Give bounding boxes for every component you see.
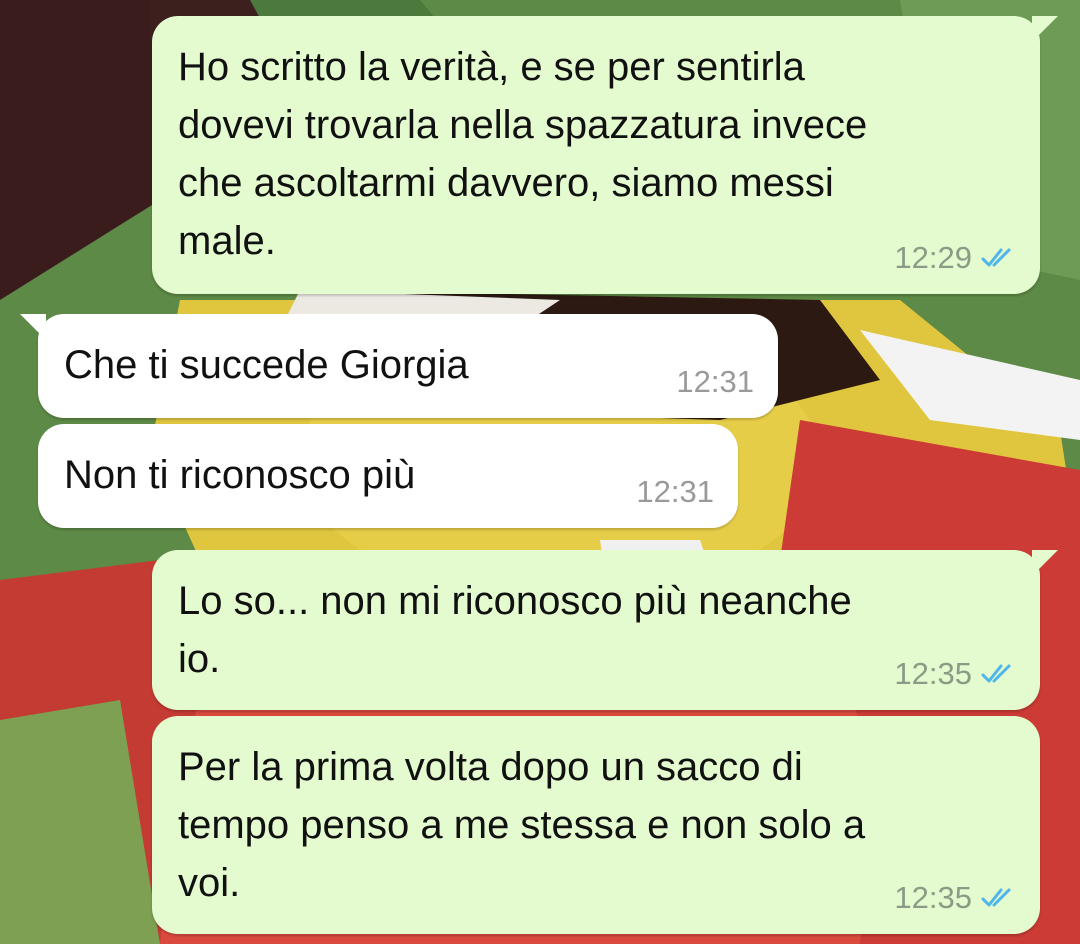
message-bubble-outgoing[interactable]: Per la prima volta dopo un sacco di temp…	[152, 716, 1040, 934]
message-meta: 12:31	[676, 364, 754, 400]
bubble-tail	[1032, 16, 1058, 42]
double-check-read-icon	[980, 886, 1016, 910]
message-text: Per la prima volta dopo un sacco di temp…	[178, 745, 866, 905]
message-bubble-incoming[interactable]: Che ti succede Giorgia 12:31	[20, 314, 778, 418]
message-text: Lo so... non mi riconosco più neanche io…	[178, 579, 852, 681]
message-meta: 12:31	[636, 474, 714, 510]
bubble-tail	[1032, 550, 1058, 576]
message-text: Non ti riconosco più	[64, 453, 416, 497]
message-meta: 12:29	[894, 240, 1016, 276]
double-check-read-icon	[980, 662, 1016, 686]
double-check-read-icon	[980, 246, 1016, 270]
message-meta: 12:35	[894, 880, 1016, 916]
message-meta: 12:35	[894, 656, 1016, 692]
message-bubble-incoming[interactable]: Non ti riconosco più 12:31	[38, 424, 738, 528]
message-bubble-outgoing[interactable]: Ho scritto la verità, e se per sentirla …	[152, 16, 1058, 294]
message-time: 12:35	[894, 880, 972, 915]
message-text: Che ti succede Giorgia	[64, 343, 469, 387]
message-time: 12:29	[894, 240, 972, 275]
message-bubble-outgoing[interactable]: Lo so... non mi riconosco più neanche io…	[152, 550, 1058, 710]
message-time: 12:31	[636, 474, 714, 509]
message-text: Ho scritto la verità, e se per sentirla …	[178, 45, 868, 263]
bubble-tail	[20, 314, 46, 340]
message-time: 12:35	[894, 656, 972, 691]
message-time: 12:31	[676, 364, 754, 399]
